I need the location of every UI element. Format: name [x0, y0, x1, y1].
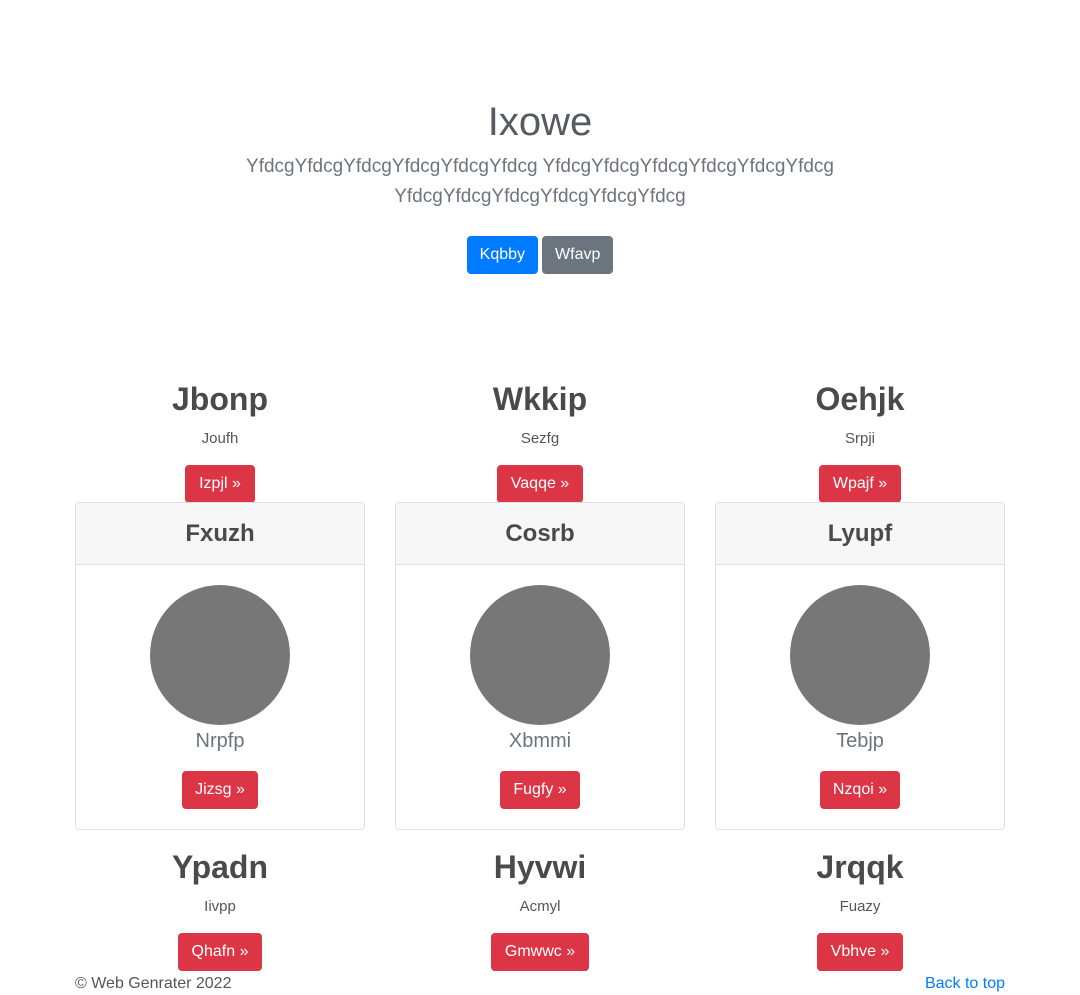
card-caption: Tebjp — [836, 730, 884, 752]
card-button[interactable]: Fugfy » — [500, 771, 580, 809]
card-header: Lyupf — [716, 503, 1004, 565]
footer: © Web Genrater 2022 Back to top — [75, 973, 1005, 995]
feature-title: Jbonp — [172, 381, 268, 417]
avatar-placeholder — [790, 585, 930, 725]
feature-title: Ypadn — [171, 849, 268, 885]
feature-text: Iivpp — [204, 898, 236, 915]
feature-text: Fuazy — [839, 898, 881, 915]
page: Ixowe YfdcgYfdcgYfdcgYfdcgYfdcgYfdcg Yfd… — [0, 0, 1080, 995]
feature-column-top-2: Wkkip Sezfg Vaqqe » — [395, 379, 685, 503]
feature-column-bottom-3: Jrqqk Fuazy Vbhve » — [715, 847, 1005, 971]
card-body: Nrpfp Jizsg » — [76, 565, 364, 809]
hero-button-group: Kqbby Wfavp — [0, 236, 1080, 274]
card-2: Cosrb Xbmmi Fugfy » — [395, 502, 685, 830]
hero-section: Ixowe YfdcgYfdcgYfdcgYfdcgYfdcgYfdcg Yfd… — [0, 96, 1080, 274]
feature-column-bottom-2: Hyvwi Acmyl Gmwwc » — [395, 847, 685, 971]
card-body: Xbmmi Fugfy » — [396, 565, 684, 809]
feature-title: Hyvwi — [493, 849, 587, 885]
avatar-placeholder — [150, 585, 290, 725]
feature-button[interactable]: Wpajf » — [818, 465, 902, 503]
hero-lead-text: YfdcgYfdcgYfdcgYfdcgYfdcgYfdcg YfdcgYfdc… — [246, 156, 834, 207]
feature-text: Acmyl — [519, 898, 561, 915]
feature-text: Joufh — [201, 430, 239, 447]
card-title: Cosrb — [505, 519, 575, 547]
back-to-top-link[interactable]: Back to top — [925, 973, 1005, 995]
card-header: Fxuzh — [76, 503, 364, 565]
feature-title: Oehjk — [815, 381, 905, 417]
hero-title: Ixowe — [487, 100, 593, 144]
card-title: Lyupf — [827, 519, 893, 547]
feature-button[interactable]: Gmwwc » — [490, 933, 590, 971]
feature-button[interactable]: Qhafn » — [177, 933, 263, 971]
feature-column-top-3: Oehjk Srpji Wpajf » — [715, 379, 1005, 503]
feature-button[interactable]: Izpjl » — [185, 465, 255, 503]
feature-button[interactable]: Vbhve » — [816, 933, 904, 971]
card-body: Tebjp Nzqoi » — [716, 565, 1004, 809]
feature-text: Srpji — [844, 430, 875, 447]
card-title: Fxuzh — [185, 519, 255, 547]
feature-text: Sezfg — [520, 430, 560, 447]
feature-title: Jrqqk — [816, 849, 904, 885]
footer-copyright: © Web Genrater 2022 — [75, 975, 232, 992]
card-button[interactable]: Jizsg » — [182, 771, 258, 809]
hero-primary-button[interactable]: Kqbby — [466, 236, 539, 274]
card-caption: Xbmmi — [508, 730, 572, 752]
feature-column-bottom-1: Ypadn Iivpp Qhafn » — [75, 847, 365, 971]
card-caption: Nrpfp — [195, 730, 245, 752]
card-button[interactable]: Nzqoi » — [819, 771, 901, 809]
avatar-placeholder — [470, 585, 610, 725]
card-1: Fxuzh Nrpfp Jizsg » — [75, 502, 365, 830]
card-3: Lyupf Tebjp Nzqoi » — [715, 502, 1005, 830]
feature-button[interactable]: Vaqqe » — [496, 465, 584, 503]
feature-title: Wkkip — [492, 381, 588, 417]
card-header: Cosrb — [396, 503, 684, 565]
hero-secondary-button[interactable]: Wfavp — [542, 236, 614, 274]
feature-column-top-1: Jbonp Joufh Izpjl » — [75, 379, 365, 503]
